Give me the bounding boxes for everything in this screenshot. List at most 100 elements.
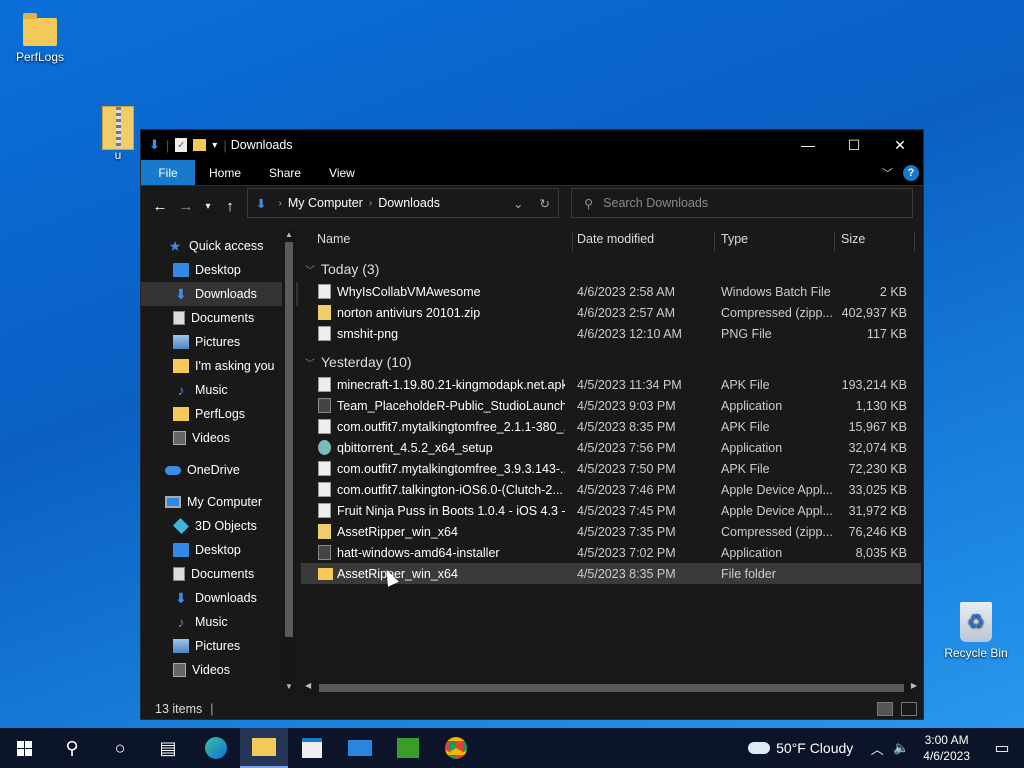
column-header-name[interactable]: Name (311, 232, 573, 252)
file-row[interactable]: Fruit Ninja Puss in Boots 1.0.4 - iOS 4.… (301, 500, 921, 521)
nav-my-computer[interactable]: My Computer (141, 490, 298, 514)
back-button[interactable]: ← (147, 198, 173, 215)
file-date-modified: 4/6/2023 12:10 AM (577, 326, 682, 341)
nav-label: Pictures (195, 335, 241, 349)
maximize-button[interactable]: ☐ (831, 130, 877, 160)
scroll-up-arrow[interactable]: ▲ (282, 230, 296, 239)
mail-button[interactable] (336, 728, 384, 768)
nav-3d-objects[interactable]: 3D Objects (141, 514, 298, 538)
zip-file-icon (318, 305, 331, 320)
minimize-button[interactable]: — (785, 130, 831, 160)
file-size: 33,025 KB (848, 482, 907, 497)
file-explorer-button[interactable] (240, 728, 288, 768)
search-input[interactable] (603, 196, 884, 210)
file-row[interactable]: qbittorrent_4.5.2_x64_setup 4/5/2023 7:56… (301, 437, 921, 458)
nav-music[interactable]: ♪ Music (141, 378, 298, 402)
nav-pc-downloads[interactable]: ⬇ Downloads (141, 586, 298, 610)
nav-pc-videos[interactable]: Videos (141, 658, 298, 682)
search-box[interactable]: ⚲ (571, 188, 913, 218)
file-row[interactable]: smshit-png 4/6/2023 12:10 AM PNG File 117 K… (301, 323, 921, 344)
recent-locations-dropdown[interactable]: ▾ (199, 201, 217, 212)
file-row[interactable]: AssetRipper_win_x64 4/5/2023 7:35 PM Compr… (301, 521, 921, 542)
scrollbar-thumb[interactable] (285, 242, 293, 637)
nav-pc-documents[interactable]: Documents (141, 562, 298, 586)
nav-pictures[interactable]: Pictures 📌 (141, 330, 298, 354)
desktop-icon-perflogs[interactable]: PerfLogs (0, 12, 80, 64)
properties-icon[interactable]: ✓ (175, 138, 188, 152)
scroll-left-arrow[interactable]: ◀ (305, 681, 311, 690)
scroll-right-arrow[interactable]: ▶ (911, 681, 917, 690)
nav-documents[interactable]: Documents 📌 (141, 306, 298, 330)
new-folder-icon[interactable] (193, 139, 207, 151)
file-row[interactable]: com.outfit7.talkington-iOS6.0-(Clutch-2.… (301, 479, 921, 500)
nav-pane-scrollbar[interactable]: ▲ ▼ (282, 228, 296, 693)
file-row[interactable]: minecraft-1.19.80.21-kingmodapk.net.apk 4… (301, 374, 921, 395)
refresh-icon[interactable]: ↻ (540, 196, 550, 211)
customize-dropdown-icon[interactable]: ▾ (212, 140, 217, 151)
file-size: 32,074 KB (848, 440, 907, 455)
tab-share[interactable]: Share (255, 160, 315, 185)
volume-icon[interactable]: 🔈 (889, 740, 913, 756)
chrome-button[interactable] (432, 728, 480, 768)
tab-view[interactable]: View (315, 160, 369, 185)
column-header-date[interactable]: Date modified (571, 232, 715, 252)
nav-pc-pictures[interactable]: Pictures (141, 634, 298, 658)
file-name: norton antiviurs 20101.zip (337, 305, 481, 320)
desktop-icon-recycle-bin[interactable]: ♻ Recycle Bin (936, 602, 1016, 660)
file-size: 1,130 KB (855, 398, 907, 413)
large-icons-view-icon[interactable] (901, 701, 917, 716)
file-row[interactable]: hatt-windows-amd64-installer 4/5/2023 7:0… (301, 542, 921, 563)
group-label: Yesterday (10) (321, 354, 412, 370)
toolbar-divider: | (223, 137, 227, 153)
file-row[interactable]: com.outfit7.mytalkingtomfree_2.1.1-380_.… (301, 416, 921, 437)
column-header-type[interactable]: Type (715, 232, 835, 252)
nav-im-asking-you[interactable]: I'm asking you (141, 354, 298, 378)
column-header-size[interactable]: Size (835, 232, 915, 252)
file-type: APK File (721, 419, 770, 434)
help-icon[interactable]: ? (903, 164, 919, 181)
close-button[interactable]: ✕ (877, 130, 923, 160)
breadcrumb-my-computer[interactable]: My Computer (288, 196, 363, 210)
details-view-icon[interactable] (877, 701, 893, 716)
notification-icon[interactable]: ▭ (980, 738, 1024, 758)
show-hidden-icons[interactable]: ︿ (865, 739, 889, 758)
address-bar[interactable]: ⬇ › My Computer › Downloads ⌄ ↻ (247, 188, 559, 218)
file-row[interactable]: com.outfit7.mytalkingtomfree_3.9.3.143-.… (301, 458, 921, 479)
cortana-button[interactable]: ○ (96, 728, 144, 768)
file-type: Apple Device Appl... (721, 503, 833, 518)
nav-onedrive[interactable]: OneDrive (141, 458, 298, 482)
horizontal-scrollbar[interactable]: ◀ ▶ (301, 681, 921, 695)
nav-downloads[interactable]: ⬇ Downloads 📌 (141, 282, 298, 306)
group-header-today[interactable]: ﹀ Today (3) (301, 257, 921, 281)
scroll-down-arrow[interactable]: ▼ (282, 682, 296, 691)
nav-videos[interactable]: Videos (141, 426, 298, 450)
address-dropdown-icon[interactable]: ⌄ (513, 196, 523, 211)
tab-file[interactable]: File (141, 160, 195, 185)
file-row[interactable]: WhyIsCollabVMAwesome 4/6/2023 2:58 AM Wind… (301, 281, 921, 302)
file-name: minecraft-1.19.80.21-kingmodapk.net.apk (337, 377, 565, 392)
tab-home[interactable]: Home (195, 160, 255, 185)
start-button[interactable] (0, 728, 48, 768)
nav-perflogs[interactable]: PerfLogs (141, 402, 298, 426)
file-row[interactable]: norton antiviurs 20101.zip 4/6/2023 2:57 … (301, 302, 921, 323)
group-header-yesterday[interactable]: ﹀ Yesterday (10) (301, 350, 921, 374)
download-arrow-icon[interactable]: ⬇ (149, 137, 160, 153)
forward-button[interactable]: → (173, 198, 199, 215)
nav-pc-desktop[interactable]: Desktop (141, 538, 298, 562)
edge-button[interactable] (192, 728, 240, 768)
scrollbar-thumb[interactable] (319, 684, 904, 692)
nav-desktop[interactable]: Desktop 📌 (141, 258, 298, 282)
up-button[interactable]: ↑ (217, 198, 243, 215)
file-type: Windows Batch File (721, 284, 831, 299)
file-row[interactable]: Team_PlaceholdeR-Public_StudioLaunch... 4… (301, 395, 921, 416)
task-view-button[interactable]: ▤ (144, 728, 192, 768)
nav-pc-music[interactable]: ♪ Music (141, 610, 298, 634)
weather-widget[interactable]: 50°F Cloudy (736, 740, 865, 756)
clock[interactable]: 3:00 AM 4/6/2023 (913, 732, 980, 764)
store-button[interactable] (288, 728, 336, 768)
expand-ribbon-icon[interactable]: ﹀ (882, 165, 893, 181)
search-button[interactable]: ⚲ (48, 728, 96, 768)
nav-quick-access[interactable]: ★ Quick access (141, 234, 298, 258)
breadcrumb-downloads[interactable]: Downloads (378, 196, 440, 210)
minecraft-button[interactable] (384, 728, 432, 768)
